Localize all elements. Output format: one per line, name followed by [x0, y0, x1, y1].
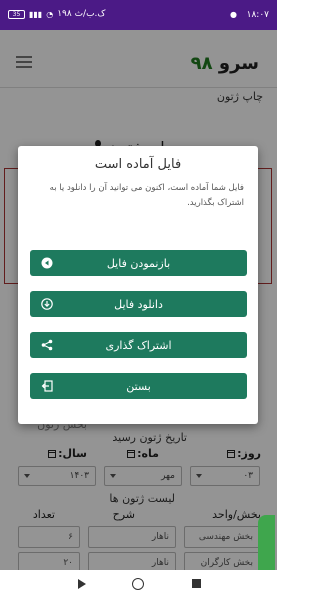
play-circle-icon — [40, 256, 54, 270]
open-file-button[interactable]: بازنمودن فایل — [30, 250, 247, 276]
download-icon — [40, 297, 54, 311]
share-label: اشتراک گذاری — [105, 338, 172, 352]
system-nav-bar — [0, 570, 277, 600]
clock: ۱۸:۰۷ — [246, 10, 269, 20]
share-button[interactable]: اشتراک گذاری — [30, 332, 247, 358]
close-label: بستن — [126, 379, 151, 393]
notification-icon: ● — [230, 10, 237, 19]
battery-icon: 35 — [8, 9, 25, 19]
dialog-message: فایل شما آماده است، اکنون می توانید آن ر… — [49, 183, 244, 208]
recent-apps-icon[interactable] — [192, 579, 201, 588]
home-nav-icon[interactable] — [132, 578, 144, 590]
status-bar: 35 ▮▮▮ ◔ ۱۹۸ ک.ب/ث ● ۱۸:۰۷ — [0, 0, 277, 30]
close-button[interactable]: بستن — [30, 373, 247, 399]
status-left: 35 ▮▮▮ ◔ ۱۹۸ ک.ب/ث — [8, 9, 105, 19]
file-ready-dialog: فایل آماده است فایل شما آماده است، اکنون… — [18, 146, 258, 424]
wifi-icon: ◔ — [46, 9, 54, 19]
exit-icon — [40, 379, 54, 393]
open-file-label: بازنمودن فایل — [106, 256, 171, 270]
signal-icon: ▮▮▮ — [29, 9, 43, 19]
dialog-title: فایل آماده است — [94, 157, 182, 172]
share-icon — [40, 338, 54, 352]
battery-level: 35 — [12, 10, 21, 18]
back-nav-icon[interactable] — [78, 579, 86, 589]
download-file-label: دانلود فایل — [114, 297, 163, 311]
network-speed: ۱۹۸ ک.ب/ث — [57, 9, 106, 19]
download-file-button[interactable]: دانلود فایل — [30, 291, 247, 317]
